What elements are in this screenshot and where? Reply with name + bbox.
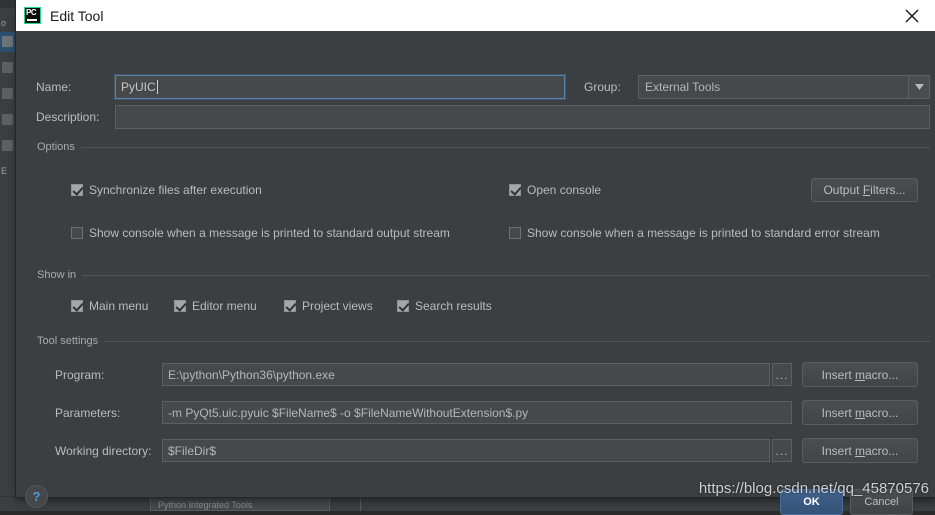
ide-rail-top-strip [0,0,16,8]
checkbox-synchronize-files[interactable]: Synchronize files after execution [71,183,262,197]
description-label: Description: [36,110,100,124]
ide-rail-icon-1[interactable] [2,62,13,73]
dialog-body: Name: PyUIC Group: External Tools Descri… [16,31,935,515]
parameters-input-value: -m PyQt5.uic.pyuic $FileName$ -o $FileNa… [168,405,529,420]
text-caret [156,80,158,94]
working-directory-insert-macro-button[interactable]: Insert macro... [802,438,918,463]
checkbox-box [71,300,83,312]
checkbox-box [397,300,409,312]
checkbox-box [71,227,83,239]
ok-button-label: OK [803,496,820,508]
ide-rail-icon-2[interactable] [2,88,13,99]
dialog-titlebar: PC Edit Tool [16,0,935,31]
checkbox-box [509,184,521,196]
show-in-group-title: Show in [37,269,83,281]
working-directory-label: Working directory: [55,444,152,458]
checkbox-box [284,300,296,312]
options-group-title: Options [37,141,81,153]
checkbox-label: Show console when a message is printed t… [527,226,880,240]
group-select[interactable]: External Tools [638,75,930,99]
output-filters-label: Output Filters... [823,183,906,197]
group-select-value: External Tools [645,80,721,94]
ide-rail-icon-4[interactable] [2,140,13,151]
checkbox-show-console-stderr[interactable]: Show console when a message is printed t… [509,226,880,240]
parameters-input[interactable]: -m PyQt5.uic.pyuic $FileName$ -o $FileNa… [162,401,792,424]
name-label: Name: [36,80,72,94]
close-icon[interactable] [895,0,929,31]
checkbox-search-results[interactable]: Search results [397,299,492,313]
browse-ellipsis-icon: ... [775,367,789,382]
parameters-insert-macro-button[interactable]: Insert macro... [802,400,918,425]
tool-settings-group-line [103,341,930,342]
chevron-down-icon[interactable] [908,76,929,98]
insert-macro-label: Insert macro... [821,367,899,382]
insert-macro-label: Insert macro... [821,405,899,420]
program-insert-macro-button[interactable]: Insert macro... [802,362,918,387]
program-input-value: E:\python\Python36\python.exe [168,367,335,382]
name-input-value: PyUIC [121,80,156,94]
checkbox-label: Search results [415,299,492,313]
browse-ellipsis-icon: ... [775,443,789,458]
checkbox-label: Project views [302,299,373,313]
dialog-title: Edit Tool [50,7,104,24]
checkbox-label: Show console when a message is printed t… [89,226,450,240]
ide-rail-icon-3[interactable] [2,114,13,125]
edit-tool-dialog: PC Edit Tool Name: PyUIC Group: External… [16,0,935,515]
ide-left-toolwindow-rail: o E [0,0,17,511]
ide-rail-icon-0[interactable] [2,36,13,47]
ide-rail-letter-0: o [1,18,7,28]
checkbox-project-views[interactable]: Project views [284,299,373,313]
checkbox-box [509,227,521,239]
working-directory-input-value: $FileDir$ [168,443,217,458]
checkbox-open-console[interactable]: Open console [509,183,601,197]
ide-rail-letter-1: E [1,166,8,176]
output-filters-button[interactable]: Output Filters... [811,178,918,202]
ide-bottom-panel-label: Python Integrated Tools [158,500,253,510]
checkbox-label: Editor menu [192,299,257,313]
checkbox-label: Main menu [89,299,149,313]
show-in-group-line [80,275,930,276]
pycharm-icon: PC [24,7,41,24]
working-directory-browse-button[interactable]: ... [772,439,792,462]
checkbox-label: Open console [527,183,602,197]
working-directory-input[interactable]: $FileDir$ [162,439,770,462]
parameters-label: Parameters: [55,406,121,420]
tool-settings-group-title: Tool settings [37,335,105,347]
description-input[interactable] [115,105,930,129]
cancel-button-label: Cancel [864,496,899,508]
program-browse-button[interactable]: ... [772,363,792,386]
insert-macro-label: Insert macro... [821,443,899,458]
question-mark-icon: ? [32,489,41,504]
watermark-text: https://blog.csdn.net/qq_45870576 [698,480,929,497]
checkbox-label: Synchronize files after execution [89,183,262,197]
options-group-line [79,147,930,148]
checkbox-show-console-stdout[interactable]: Show console when a message is printed t… [71,226,450,240]
name-input[interactable]: PyUIC [115,75,565,99]
program-input[interactable]: E:\python\Python36\python.exe [162,363,770,386]
checkbox-editor-menu[interactable]: Editor menu [174,299,257,313]
checkbox-box [71,184,83,196]
checkbox-box [174,300,186,312]
help-button[interactable]: ? [25,485,48,508]
group-label: Group: [584,80,621,94]
program-label: Program: [55,368,105,382]
checkbox-main-menu[interactable]: Main menu [71,299,148,313]
ide-bottom-divider [360,497,361,511]
